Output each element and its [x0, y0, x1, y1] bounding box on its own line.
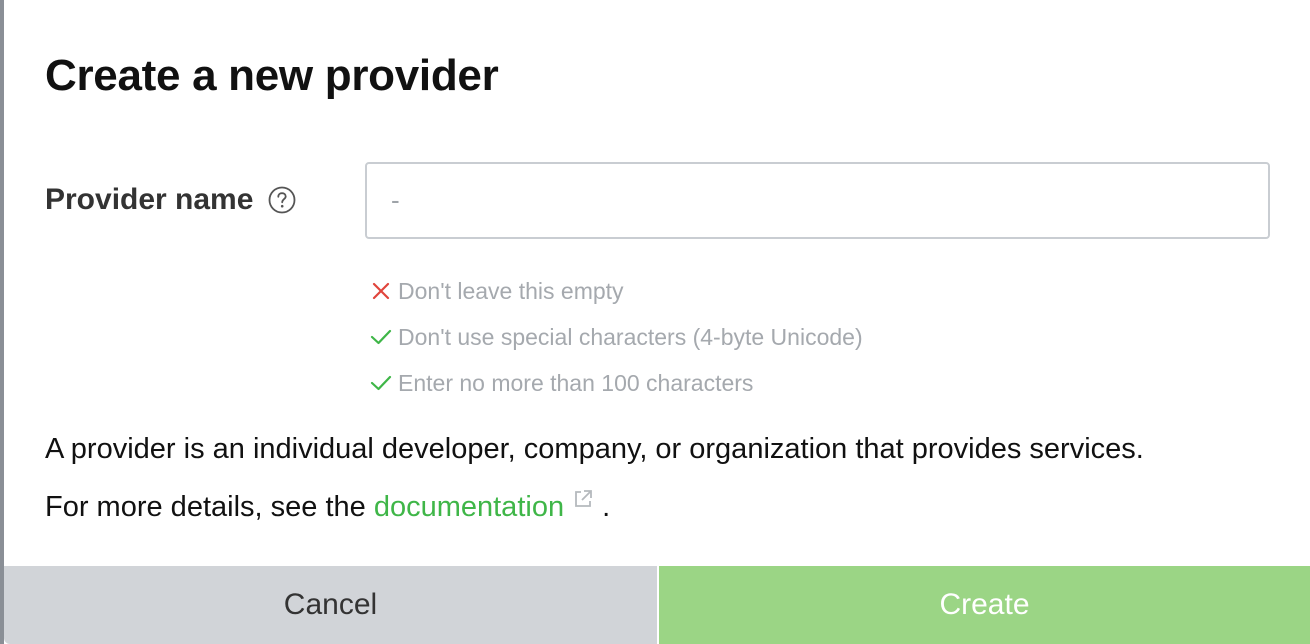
check-mark-icon: [370, 372, 392, 394]
validation-rule-max-length: Enter no more than 100 characters: [370, 360, 863, 406]
description-line-1: A provider is an individual developer, c…: [45, 433, 1144, 465]
description-prefix: For more details, see the: [45, 491, 374, 523]
validation-list: Don't leave this empty Don't use special…: [370, 268, 863, 406]
dialog-title: Create a new provider: [45, 51, 499, 100]
x-mark-icon: [370, 280, 392, 302]
external-link-icon: [572, 475, 594, 507]
description-suffix: .: [594, 491, 611, 523]
check-mark-icon: [370, 326, 392, 348]
create-provider-dialog: Create a new provider Provider name Don'…: [4, 0, 1310, 644]
description-line-2: For more details, see the documentation …: [45, 475, 1285, 533]
validation-rule-empty: Don't leave this empty: [370, 268, 863, 314]
provider-description: A provider is an individual developer, c…: [45, 423, 1285, 533]
documentation-link-label: documentation: [373, 491, 565, 523]
documentation-link[interactable]: documentation: [373, 490, 594, 523]
validation-rule-text: Don't leave this empty: [398, 277, 624, 304]
validation-rule-text: Don't use special characters (4-byte Uni…: [398, 323, 863, 350]
validation-rule-special-chars: Don't use special characters (4-byte Uni…: [370, 314, 863, 360]
provider-name-row: Provider name: [45, 162, 1270, 240]
cancel-button[interactable]: Cancel: [4, 566, 657, 644]
create-button[interactable]: Create: [657, 566, 1310, 644]
help-question-icon[interactable]: [268, 186, 296, 214]
provider-name-label: Provider name: [45, 183, 254, 216]
provider-name-input[interactable]: [365, 162, 1270, 239]
validation-rule-text: Enter no more than 100 characters: [398, 369, 754, 396]
